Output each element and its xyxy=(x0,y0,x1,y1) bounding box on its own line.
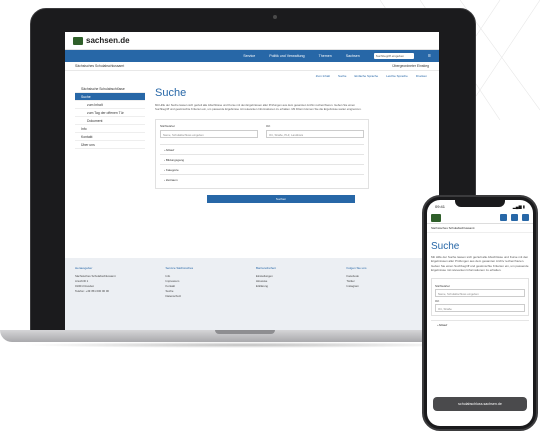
page-tools: Zum Inhalt Suche Einfache Sprache Leicht… xyxy=(65,71,439,81)
search-icon[interactable] xyxy=(511,214,518,221)
phone-url-bar[interactable]: schulabschluss.sachsen.de xyxy=(433,397,527,411)
sidebar-item[interactable]: Info xyxy=(75,125,145,133)
tool-simple-language[interactable]: Einfache Sprache xyxy=(354,74,378,81)
footer-col: Herausgeber Sächsisches Schulabschlussam… xyxy=(75,266,158,322)
footer-title: Folgen Sie uns xyxy=(346,266,367,270)
device-mockup-stage: sachsen.de Service Politik und Verwaltun… xyxy=(0,0,540,432)
sidebar-item[interactable]: Über uns xyxy=(75,141,145,149)
phone-search-form: Stichwörter Name, Schulabschluss eingebe… xyxy=(431,277,529,316)
sidebar-item[interactable]: zum Tag der offenen Tür xyxy=(75,109,145,117)
intro-text: Mit Hilfe der Suche lassen sich gezielt … xyxy=(155,103,362,112)
menu-icon[interactable]: ☰ xyxy=(428,54,431,58)
footer-col: Barrierefreiheit Einstellungen Hinweise … xyxy=(256,266,339,322)
footer-title: Barrierefreiheit xyxy=(256,266,276,270)
signal-icon: ▂▄▆ ▮ xyxy=(512,203,525,209)
laptop-shadow xyxy=(20,342,470,348)
site-footer: Herausgeber Sächsisches Schulabschlussam… xyxy=(65,258,439,330)
sidebar-item[interactable]: Dokument xyxy=(75,117,145,125)
tool-content[interactable]: Zum Inhalt xyxy=(316,74,330,81)
search-input[interactable]: Suchbegriff eingeben xyxy=(373,53,414,59)
sidebar-item[interactable]: Sächsische Schulabschlüsse xyxy=(75,85,145,93)
accordion-item[interactable]: › Zeitraum xyxy=(160,174,364,184)
nav-item-politik[interactable]: Politik und Verwaltung xyxy=(269,54,304,58)
phone-header xyxy=(427,212,533,224)
footer-col: Folgen Sie uns Facebook Twitter Instagra… xyxy=(347,266,430,322)
phone-screen: 09:41 ▂▄▆ ▮ Sächsisches Schulabschlussam… xyxy=(427,200,533,426)
site-logo[interactable]: sachsen.de xyxy=(73,36,130,45)
site-header: sachsen.de xyxy=(65,32,439,50)
breadcrumb-bar: Sächsisches Schulabschlussamt Übergeordn… xyxy=(65,62,439,71)
laptop-screen: sachsen.de Service Politik und Verwaltun… xyxy=(65,32,439,330)
tool-easy-language[interactable]: Leichte Sprache xyxy=(386,74,408,81)
nav-item-sachsen[interactable]: Sachsen xyxy=(346,54,360,58)
accordion-label: Ablauf xyxy=(165,148,175,153)
search-submit-button[interactable]: Suchen xyxy=(207,195,355,204)
keyword-input[interactable]: Name, Schulabschluss eingeben xyxy=(160,130,258,139)
footer-line: Telefon: +49 351 000 00 00 xyxy=(75,289,109,293)
keyword-field: Stichwörter Name, Schulabschluss eingebe… xyxy=(160,124,258,139)
language-select[interactable]: Übergeordneter Einstieg xyxy=(392,64,429,68)
footer-col: Service Sächsisches Info Impressum Konta… xyxy=(166,266,249,322)
coat-of-arms-icon xyxy=(431,213,441,222)
accordion-label: Bildungsgang xyxy=(165,158,185,163)
location-label: Ort xyxy=(435,298,440,303)
location-input[interactable]: Ort, Straße, PLZ, Landkreis xyxy=(266,130,364,139)
accordion-label: Kategorie xyxy=(165,168,179,173)
phone-breadcrumb[interactable]: Sächsisches Schulabschlussamt xyxy=(427,224,533,233)
account-icon[interactable] xyxy=(522,214,529,221)
keyword-input[interactable]: Name, Schulabschluss eingeben xyxy=(435,288,525,297)
nav-item-service[interactable]: Service xyxy=(243,54,255,58)
tool-print[interactable]: Drucken xyxy=(416,74,427,81)
phone-intro-text: Mit Hilfe der Suche lassen sich gezielt … xyxy=(431,255,529,273)
accordion-item[interactable]: › Bildungsgang xyxy=(160,154,364,164)
keyword-label: Stichwörter xyxy=(160,124,176,129)
footer-link[interactable]: Instagram xyxy=(347,284,430,289)
location-field: Ort Ort, Straße, PLZ, Landkreis xyxy=(266,124,364,139)
footer-link[interactable]: Datenschutz xyxy=(166,294,249,299)
accordion-item[interactable]: › Kategorie xyxy=(160,164,364,174)
tool-search[interactable]: Suche xyxy=(338,74,347,81)
nav-item-themen[interactable]: Themen xyxy=(319,54,332,58)
sidebar-item-active[interactable]: Suche xyxy=(75,93,145,101)
laptop-notch xyxy=(215,330,275,334)
status-time: 09:41 xyxy=(435,203,446,209)
accordion-item[interactable]: › Ablauf xyxy=(160,144,364,154)
accordion-item[interactable]: › Ablauf xyxy=(431,319,529,329)
breadcrumb[interactable]: Sächsisches Schulabschlussamt xyxy=(75,64,124,68)
location-input[interactable]: Ort, Straße xyxy=(435,303,525,312)
phone-notch xyxy=(455,200,505,207)
logo-text: sachsen.de xyxy=(86,36,130,45)
sidebar-item[interactable]: zum Inhalt xyxy=(75,101,145,109)
accordion-label: Zeitraum xyxy=(165,178,178,183)
content-area: Sächsische Schulabschlüsse Suche zum Inh… xyxy=(65,81,439,204)
menu-icon[interactable] xyxy=(500,214,507,221)
main-content: Suche Mit Hilfe der Suche lassen sich ge… xyxy=(145,85,429,204)
keyword-label: Stichwörter xyxy=(435,283,451,288)
location-label: Ort xyxy=(266,124,271,129)
sidebar-item[interactable]: Kontakt xyxy=(75,133,145,141)
accordion-label: Ablauf xyxy=(438,322,448,327)
footer-title: Herausgeber xyxy=(75,266,93,270)
sidebar: Sächsische Schulabschlüsse Suche zum Inh… xyxy=(75,85,145,203)
footer-link[interactable]: Erklärung xyxy=(256,284,339,289)
phone-home-indicator xyxy=(460,418,500,420)
footer-title: Service Sächsisches xyxy=(165,266,194,270)
main-nav: Service Politik und Verwaltung Themen Sa… xyxy=(65,50,439,62)
laptop-camera xyxy=(273,15,277,19)
search-form: Stichwörter Name, Schulabschluss eingebe… xyxy=(155,119,369,190)
phone-page-title: Suche xyxy=(431,241,460,252)
coat-of-arms-icon xyxy=(73,36,83,45)
page-title: Suche xyxy=(155,87,187,99)
